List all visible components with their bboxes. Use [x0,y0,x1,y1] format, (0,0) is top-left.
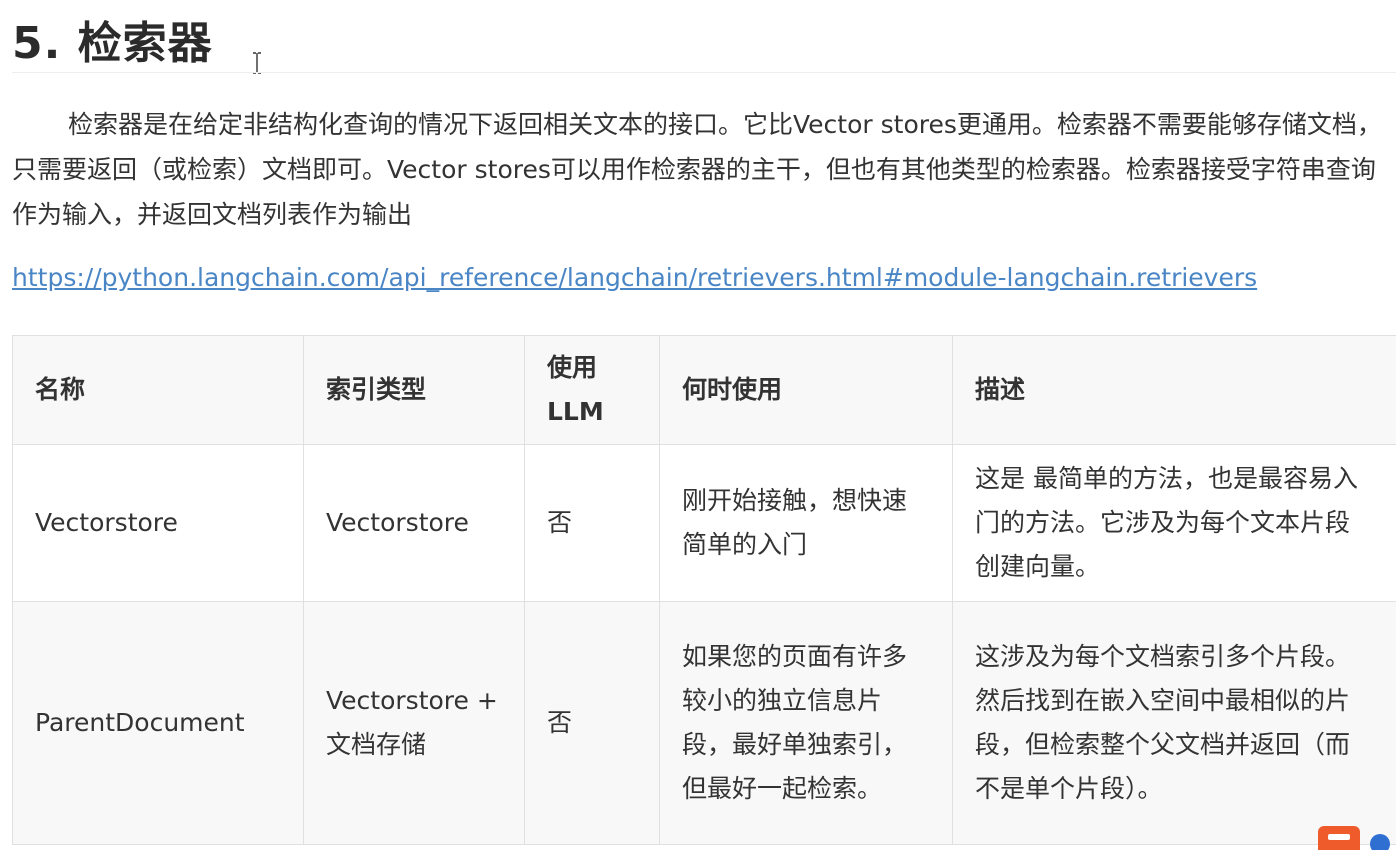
cell-name: ParentDocument [12,601,304,845]
header-description: 描述 [952,335,1396,445]
assistant-dot-icon[interactable] [1370,834,1390,850]
table-header-row: 名称 索引类型 使用LLM 何时使用 描述 [12,335,1396,445]
heading-divider [12,72,1396,73]
table-row: Vectorstore Vectorstore 否 刚开始接触，想快速简单的入门… [12,444,1396,602]
retrievers-doc-link[interactable]: https://python.langchain.com/api_referen… [12,258,1257,298]
header-name: 名称 [12,335,304,445]
header-uses-llm: 使用LLM [524,335,660,445]
cell-when-to-use: 刚开始接触，想快速简单的入门 [659,444,953,602]
cell-description: 这涉及为每个文档索引多个片段。然后找到在嵌入空间中最相似的片段，但检索整个父文档… [952,601,1396,845]
header-when-to-use: 何时使用 [659,335,953,445]
section-heading: 5. 检索器 [12,18,213,69]
text-cursor-icon [252,52,262,74]
cell-index-type: Vectorstore + 文档存储 [303,601,525,845]
document-page: 5. 检索器 检索器是在给定非结构化查询的情况下返回相关文本的接口。它比Vect… [0,0,1396,850]
cell-when-to-use: 如果您的页面有许多较小的独立信息片段，最好单独索引，但最好一起检索。 [659,601,953,845]
cell-uses-llm: 否 [524,601,660,845]
intro-paragraph: 检索器是在给定非结构化查询的情况下返回相关文本的接口。它比Vector stor… [12,110,1382,229]
cell-name: Vectorstore [12,444,304,602]
app-badge-icon[interactable] [1318,826,1360,850]
retrievers-table: 名称 索引类型 使用LLM 何时使用 描述 Vectorstore Vector… [12,335,1396,845]
table-row: ParentDocument Vectorstore + 文档存储 否 如果您的… [12,601,1396,845]
app-badge-mark [1328,834,1350,840]
cell-uses-llm: 否 [524,444,660,602]
cell-description: 这是 最简单的方法，也是最容易入门的方法。它涉及为每个文本片段创建向量。 [952,444,1396,602]
cell-index-type: Vectorstore [303,444,525,602]
header-index-type: 索引类型 [303,335,525,445]
